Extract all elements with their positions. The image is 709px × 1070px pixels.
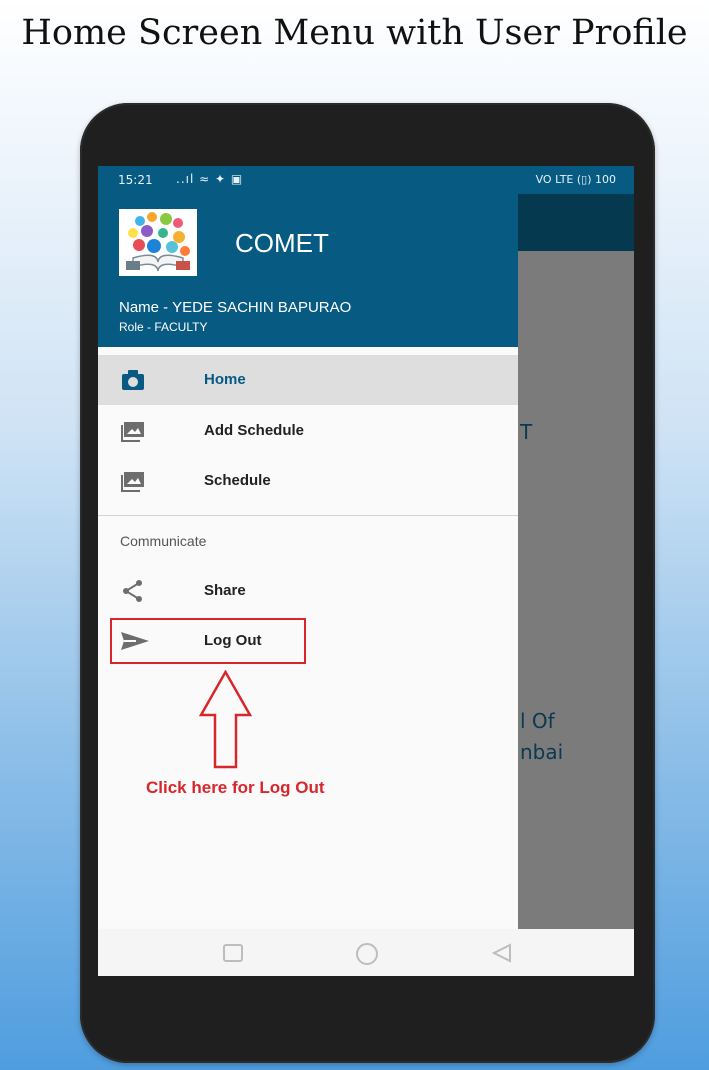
menu-label-add-schedule: Add Schedule: [204, 422, 305, 439]
android-nav-bar: [98, 929, 634, 976]
background-text-2: l Of: [520, 709, 555, 733]
navigation-drawer: COMET Name - YEDE SACHIN BAPURAO Role - …: [98, 194, 518, 929]
share-icon: [120, 579, 146, 603]
home-circle-icon[interactable]: [354, 942, 378, 965]
app-name: COMET: [235, 228, 329, 258]
image-icon: [120, 469, 146, 493]
camera-icon: [120, 368, 146, 392]
menu-item-schedule[interactable]: Schedule: [98, 456, 518, 506]
menu-item-home[interactable]: Home: [98, 355, 518, 405]
image-icon: [120, 419, 146, 443]
user-role: Role - FACULTY: [119, 320, 208, 334]
menu-label-home: Home: [204, 371, 246, 388]
status-bar: 15:21 ..ıl ≈ ✦ ▣ VO LTE (▯) 100: [98, 166, 634, 194]
log-out-hint: Click here for Log Out: [146, 778, 325, 797]
comet-logo: [119, 209, 197, 276]
menu-item-add-schedule[interactable]: Add Schedule: [98, 406, 518, 456]
menu-label-share: Share: [204, 582, 246, 599]
background-app-bar: [518, 194, 634, 251]
menu-item-share[interactable]: Share: [98, 566, 518, 616]
status-right-icons: VO LTE (▯) 100: [535, 173, 616, 186]
page-title: Home Screen Menu with User Profile: [21, 13, 688, 53]
user-name: Name - YEDE SACHIN BAPURAO: [119, 299, 352, 316]
status-left-icons: ..ıl ≈ ✦ ▣: [176, 172, 244, 186]
log-out-highlight-box: [110, 618, 306, 664]
background-text-3: nbai: [520, 740, 564, 764]
recent-apps-icon[interactable]: [221, 942, 245, 964]
drawer-header: COMET Name - YEDE SACHIN BAPURAO Role - …: [98, 194, 518, 347]
phone-screen: 15:21 ..ıl ≈ ✦ ▣ VO LTE (▯) 100 T l Of n…: [98, 166, 634, 976]
menu-divider: [98, 515, 518, 516]
up-arrow-icon: [198, 670, 253, 769]
status-time: 15:21: [118, 173, 153, 187]
menu-label-schedule: Schedule: [204, 472, 271, 489]
background-app: T l Of nbai: [518, 194, 634, 929]
background-text-1: T: [520, 420, 533, 444]
section-title-communicate: Communicate: [120, 533, 207, 549]
back-triangle-icon[interactable]: [490, 942, 514, 964]
